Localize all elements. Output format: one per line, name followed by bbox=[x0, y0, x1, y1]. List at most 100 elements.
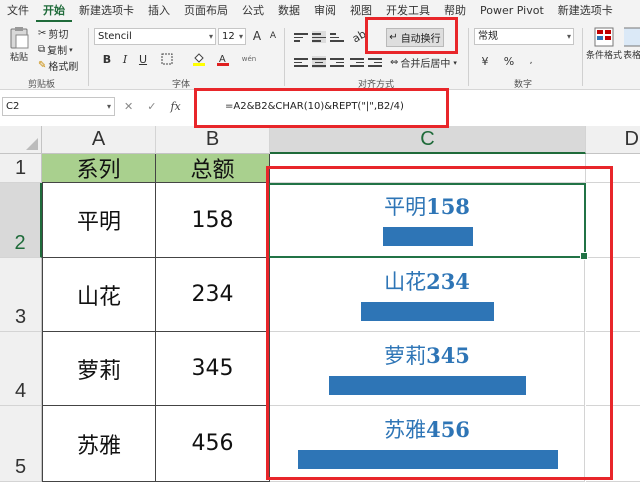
chevron-down-icon: ▾ bbox=[106, 102, 111, 111]
cell-total[interactable]: 234 bbox=[156, 258, 270, 332]
font-name-select[interactable]: Stencil ▾ bbox=[94, 28, 216, 45]
tab-new-2[interactable]: 新建选项卡 bbox=[551, 0, 620, 22]
conditional-format-button[interactable]: 条件格式 bbox=[586, 26, 622, 61]
tab-page-layout[interactable]: 页面布局 bbox=[177, 0, 235, 22]
merge-center-button[interactable]: ⇔ 合并后居中 ▾ bbox=[390, 55, 457, 70]
percent-icon: % bbox=[503, 54, 515, 68]
comma-style-button[interactable]: , bbox=[522, 52, 540, 70]
italic-button[interactable]: I bbox=[116, 50, 134, 68]
align-center-icon[interactable] bbox=[312, 56, 326, 68]
row-header-4[interactable]: 4 bbox=[0, 332, 42, 406]
group-divider bbox=[284, 28, 285, 86]
chevron-down-icon: ▾ bbox=[208, 32, 213, 41]
row-header-1[interactable]: 1 bbox=[0, 154, 42, 183]
cell-total[interactable]: 158 bbox=[156, 183, 270, 258]
tab-review[interactable]: 审阅 bbox=[307, 0, 343, 22]
fill-color-button[interactable] bbox=[190, 50, 208, 68]
align-bottom-icon[interactable] bbox=[330, 31, 344, 43]
bold-icon: B bbox=[102, 52, 112, 66]
table-format-icon bbox=[624, 27, 640, 47]
font-size-select[interactable]: 12 ▾ bbox=[218, 28, 246, 45]
table-format-button[interactable]: 套用表格格式 bbox=[624, 26, 640, 61]
ribbon-tab-bar: 文件 开始 新建选项卡 插入 页面布局 公式 数据 审阅 视图 开发工具 帮助 … bbox=[0, 0, 640, 22]
tab-file[interactable]: 文件 bbox=[0, 0, 36, 22]
cell-total[interactable]: 456 bbox=[156, 406, 270, 482]
cell-series[interactable]: 山花 bbox=[42, 258, 156, 332]
cell-series[interactable]: 萝莉 bbox=[42, 332, 156, 406]
name-box[interactable]: C2 ▾ bbox=[2, 97, 115, 116]
font-name-value: Stencil bbox=[98, 31, 132, 42]
column-header-b[interactable]: B bbox=[156, 126, 270, 154]
italic-icon: I bbox=[122, 52, 128, 66]
borders-button[interactable] bbox=[158, 50, 176, 68]
chevron-down-icon: ▾ bbox=[69, 45, 73, 54]
row-header-2[interactable]: 2 bbox=[0, 183, 42, 258]
percent-button[interactable]: % bbox=[500, 52, 518, 70]
paste-label: 粘贴 bbox=[9, 53, 28, 63]
number-format-value: 常规 bbox=[478, 31, 498, 42]
ribbon: 粘贴 ✂ 剪切 ⧉ 复制 ▾ ✎ 格式刷 剪贴板 Stencil ▾ 12 ▾ … bbox=[0, 22, 640, 90]
borders-icon bbox=[161, 53, 173, 65]
tab-formulas[interactable]: 公式 bbox=[235, 0, 271, 22]
group-divider bbox=[88, 28, 89, 86]
align-middle-icon[interactable] bbox=[312, 31, 326, 43]
scissors-icon: ✂ bbox=[38, 28, 47, 39]
cut-button[interactable]: ✂ 剪切 bbox=[38, 26, 68, 41]
tab-power-pivot[interactable]: Power Pivot bbox=[473, 0, 551, 22]
row-header-5[interactable]: 5 bbox=[0, 406, 42, 482]
formula-buttons: ✕ ✓ fx bbox=[124, 97, 181, 116]
comma-icon: , bbox=[529, 56, 533, 66]
highlight-box-formula bbox=[194, 88, 449, 128]
shrink-font-button[interactable]: A bbox=[264, 27, 282, 45]
column-header-a[interactable]: A bbox=[42, 126, 156, 154]
header-cell-series[interactable]: 系列 bbox=[42, 154, 156, 183]
font-group-label: 字体 bbox=[172, 80, 191, 90]
format-painter-label: 格式刷 bbox=[48, 62, 79, 73]
header-cell-total[interactable]: 总额 bbox=[156, 154, 270, 183]
font-color-icon: A bbox=[217, 54, 229, 66]
currency-button[interactable]: ¥ bbox=[476, 52, 494, 70]
number-format-select[interactable]: 常规 ▾ bbox=[474, 28, 574, 45]
paint-bucket-icon bbox=[193, 53, 205, 66]
fx-icon[interactable]: fx bbox=[170, 100, 180, 113]
font-size-value: 12 bbox=[222, 31, 235, 42]
cancel-icon[interactable]: ✕ bbox=[124, 100, 133, 113]
align-top-icon[interactable] bbox=[294, 31, 308, 43]
column-header-d[interactable]: D bbox=[586, 126, 640, 154]
cut-label: 剪切 bbox=[48, 30, 69, 41]
align-left-icon[interactable] bbox=[294, 56, 308, 68]
format-painter-button[interactable]: ✎ 格式刷 bbox=[38, 58, 78, 73]
brush-icon: ✎ bbox=[38, 60, 47, 71]
highlight-box-wrap-text bbox=[365, 17, 458, 54]
select-all-button[interactable] bbox=[0, 126, 42, 154]
cell-reference: C2 bbox=[6, 101, 20, 112]
tab-home[interactable]: 开始 bbox=[36, 0, 72, 22]
copy-button[interactable]: ⧉ 复制 ▾ bbox=[38, 42, 73, 57]
align-right-icon[interactable] bbox=[330, 56, 344, 68]
chevron-down-icon: ▾ bbox=[566, 32, 571, 41]
chevron-down-icon: ▾ bbox=[238, 32, 243, 41]
row-header-3[interactable]: 3 bbox=[0, 258, 42, 332]
cell-series[interactable]: 平明 bbox=[42, 183, 156, 258]
indent-increase-icon[interactable] bbox=[368, 56, 382, 68]
merge-center-label: 合并后居中 bbox=[400, 59, 451, 70]
underline-button[interactable]: U bbox=[134, 50, 152, 68]
tab-insert[interactable]: 插入 bbox=[141, 0, 177, 22]
copy-label: 复制 bbox=[47, 46, 68, 57]
tab-data[interactable]: 数据 bbox=[271, 0, 307, 22]
chevron-down-icon: ▾ bbox=[453, 58, 457, 67]
paste-button[interactable]: 粘贴 bbox=[6, 26, 32, 63]
cell-total[interactable]: 345 bbox=[156, 332, 270, 406]
bold-button[interactable]: B bbox=[98, 50, 116, 68]
highlight-box-results bbox=[266, 166, 613, 480]
enter-icon[interactable]: ✓ bbox=[147, 100, 156, 113]
cell-series[interactable]: 苏雅 bbox=[42, 406, 156, 482]
tab-new-1[interactable]: 新建选项卡 bbox=[72, 0, 141, 22]
conditional-format-label: 条件格式 bbox=[586, 51, 623, 61]
phonetic-button[interactable]: wén bbox=[240, 50, 258, 68]
grow-font-icon: A bbox=[252, 29, 262, 43]
column-header-c[interactable]: C bbox=[270, 126, 586, 154]
font-color-button[interactable]: A bbox=[214, 50, 232, 68]
indent-decrease-icon[interactable] bbox=[350, 56, 364, 68]
conditional-format-icon bbox=[594, 27, 614, 47]
